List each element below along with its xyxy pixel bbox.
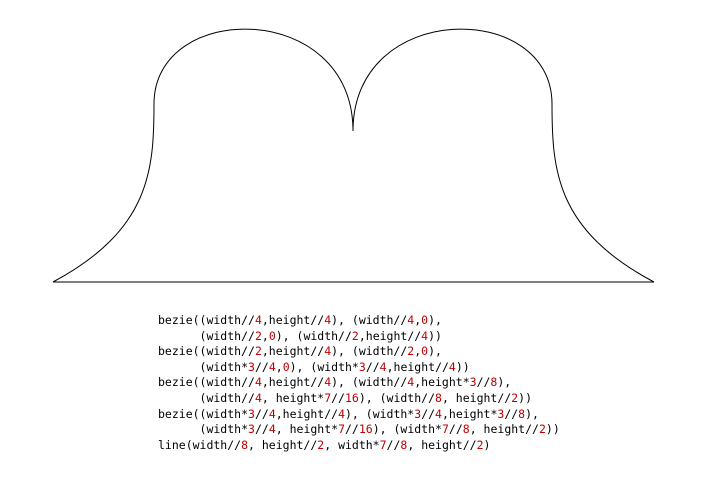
bezier-curve-left-shoulder xyxy=(52,103,155,283)
code-number: 3 xyxy=(248,406,255,421)
code-line: (width//2,0), (width//2,height//4)) xyxy=(158,328,442,343)
code-listing: bezie((width//4,height//4), (width//4,0)… xyxy=(158,313,560,453)
code-number: 4 xyxy=(407,375,415,390)
code-number: 7 xyxy=(324,390,332,405)
code-number: 4 xyxy=(268,359,276,374)
code-number: 8 xyxy=(435,390,442,405)
code-number: 16 xyxy=(358,422,373,437)
code-number: 3 xyxy=(248,422,255,437)
code-number: 0 xyxy=(282,359,290,374)
code-number: 4 xyxy=(324,375,332,390)
code-line: line(width//8, height//2, width*7//8, he… xyxy=(158,437,491,452)
code-number: 8 xyxy=(490,375,498,390)
code-number: 4 xyxy=(254,375,262,390)
code-number: 4 xyxy=(254,313,262,327)
code-number: 3 xyxy=(248,359,255,374)
code-number: 2 xyxy=(317,437,325,452)
code-number: 2 xyxy=(254,344,262,359)
code-number: 4 xyxy=(268,406,276,421)
code-number: 7 xyxy=(441,422,449,437)
code-line: (width*3//4,0), (width*3//4,height//4)) xyxy=(158,359,470,374)
code-line: bezie((width*3//4,height//4), (width*3//… xyxy=(158,406,539,421)
bezier-curve-right-shoulder xyxy=(551,103,655,283)
code-line: (width*3//4, height*7//16), (width*7//8,… xyxy=(158,422,560,437)
code-number: 0 xyxy=(268,328,276,343)
code-number: 4 xyxy=(421,328,429,343)
code-number: 4 xyxy=(324,344,332,359)
code-number: 2 xyxy=(538,422,546,437)
bezier-curve-left-hump xyxy=(153,28,354,132)
code-number: 3 xyxy=(414,406,422,421)
code-number: 8 xyxy=(518,406,526,421)
code-number: 2 xyxy=(254,328,262,343)
code-line: (width//4, height*7//16), (width//8, hei… xyxy=(158,390,532,405)
code-number: 4 xyxy=(338,406,345,421)
code-number: 2 xyxy=(511,390,519,405)
code-number: 2 xyxy=(407,344,415,359)
code-number: 2 xyxy=(476,437,484,452)
code-line: bezie((width//2,height//4), (width//2,0)… xyxy=(158,344,442,359)
code-number: 4 xyxy=(324,313,332,327)
code-number: 2 xyxy=(351,328,359,343)
code-number: 4 xyxy=(448,359,456,374)
code-number: 3 xyxy=(497,406,505,421)
code-number: 3 xyxy=(358,359,366,374)
code-line: bezie((width//4,height//4), (width//4,he… xyxy=(158,375,512,390)
code-number: 0 xyxy=(421,344,429,359)
code-number: 0 xyxy=(421,313,429,327)
code-number: 8 xyxy=(241,437,249,452)
code-number: 3 xyxy=(469,375,477,390)
code-number: 4 xyxy=(379,359,387,374)
code-number: 8 xyxy=(462,422,470,437)
code-number: 4 xyxy=(407,313,415,327)
code-number: 4 xyxy=(254,390,262,405)
code-number: 16 xyxy=(344,390,359,405)
bezier-curve-right-hump xyxy=(352,28,553,132)
code-line: bezie((width//4,height//4), (width//4,0)… xyxy=(158,313,442,327)
code-number: 4 xyxy=(435,406,442,421)
code-number: 7 xyxy=(379,437,387,452)
code-number: 8 xyxy=(400,437,408,452)
code-number: 4 xyxy=(268,422,276,437)
code-number: 7 xyxy=(338,422,345,437)
